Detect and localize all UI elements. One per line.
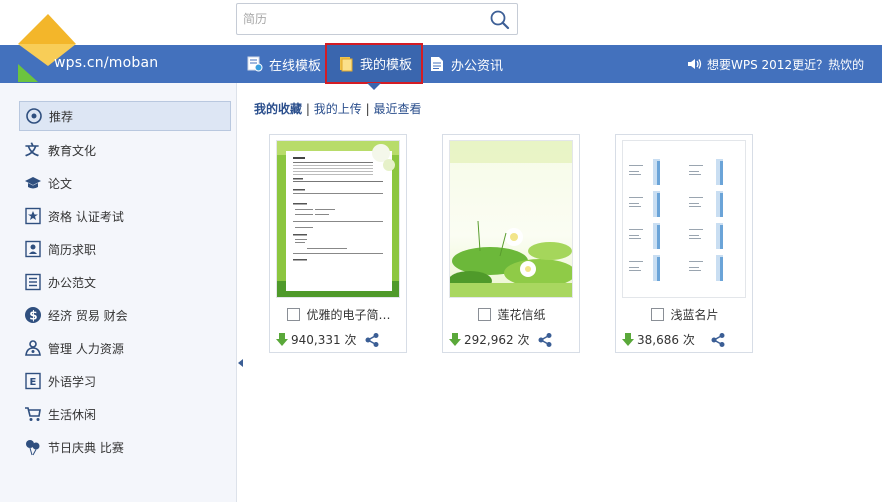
sidebar-item-recommended[interactable]: 推荐 — [19, 101, 231, 131]
share-icon[interactable] — [364, 332, 380, 348]
template-thumbnail[interactable] — [276, 140, 400, 298]
download-number: 292,962 — [464, 332, 514, 347]
sidebar-item-festival[interactable]: 节日庆典 比赛 — [19, 432, 231, 462]
sidebar-item-economy[interactable]: $ 经济 贸易 财会 — [19, 300, 231, 330]
brand-text[interactable]: wps.cn/moban — [54, 55, 158, 71]
template-title[interactable]: 莲花信纸 — [497, 306, 545, 323]
svg-text:$: $ — [29, 309, 37, 323]
top-area — [0, 0, 882, 45]
share-icon[interactable] — [710, 332, 726, 348]
select-checkbox[interactable] — [287, 308, 301, 321]
certificate-icon — [25, 207, 41, 225]
download-unit: 次 — [682, 333, 695, 347]
lotus-letter-preview-image — [450, 141, 572, 297]
tab-recent[interactable]: 最近查看 — [373, 102, 421, 116]
tab-separator: | — [365, 102, 370, 116]
document-lines-icon — [25, 273, 41, 291]
download-count: 940,331 次 — [276, 331, 356, 348]
target-icon — [26, 108, 42, 124]
sidebar-item-label: 教育文化 — [48, 143, 97, 158]
sidebar-item-label: 资格 认证考试 — [48, 209, 124, 224]
sidebar-item-label: 论文 — [48, 176, 73, 191]
card-caption: 浅蓝名片 — [616, 306, 754, 323]
people-icon — [25, 340, 41, 356]
download-unit: 次 — [517, 333, 530, 347]
card-caption: 莲花信纸 — [443, 306, 581, 323]
sidebar-item-label: 外语学习 — [48, 374, 97, 389]
template-title[interactable]: 优雅的电子简… — [306, 306, 390, 323]
sidebar-item-label: 节日庆典 比赛 — [48, 440, 124, 455]
svg-text:E: E — [30, 377, 37, 388]
cart-icon — [25, 407, 41, 421]
sidebar-item-label: 生活休闲 — [48, 407, 97, 422]
sidebar-item-leisure[interactable]: 生活休闲 — [19, 399, 231, 429]
share-icon[interactable] — [537, 332, 553, 348]
sidebar-item-label: 简历求职 — [48, 242, 97, 257]
education-icon: 文 — [25, 142, 40, 159]
template-thumbnail[interactable] — [449, 140, 573, 298]
resume-icon — [25, 240, 41, 258]
balloon-icon — [26, 440, 40, 456]
sidebar-item-management[interactable]: 管理 人力资源 — [19, 333, 231, 363]
speaker-icon — [688, 59, 702, 69]
download-arrow-icon — [449, 333, 461, 346]
search-icon[interactable] — [489, 9, 511, 31]
select-checkbox[interactable] — [478, 308, 492, 321]
download-number: 38,686 — [637, 332, 679, 347]
card-caption: 优雅的电子简… — [270, 306, 408, 323]
download-arrow-icon — [622, 333, 634, 346]
download-count: 292,962 次 — [449, 331, 529, 348]
svg-text:文: 文 — [25, 142, 40, 159]
sidebar-item-label: 经济 贸易 财会 — [48, 308, 128, 323]
sidebar-item-label: 管理 人力资源 — [48, 341, 124, 356]
template-thumbnail[interactable] — [622, 140, 746, 298]
sidebar-item-office-docs[interactable]: 办公范文 — [19, 267, 231, 297]
nav-label: 在线模板 — [269, 58, 322, 74]
nav-label: 我的模板 — [360, 58, 413, 73]
sidebar-item-resume[interactable]: 简历求职 — [19, 234, 231, 264]
resume-preview-image — [277, 141, 399, 297]
dollar-icon: $ — [25, 307, 41, 323]
language-book-icon: E — [25, 372, 41, 390]
download-arrow-icon — [276, 333, 288, 346]
nav-label: 办公资讯 — [451, 58, 504, 74]
wps-logo-icon — [18, 14, 76, 82]
notice-text: 想要WPS 2012更近？热饮的 — [707, 57, 865, 72]
collapse-sidebar-icon[interactable] — [238, 359, 243, 367]
template-card[interactable]: 莲花信纸 292,962 次 — [442, 134, 580, 353]
content-tabs: 我的收藏 | 我的上传 | 最近查看 — [254, 100, 421, 117]
sidebar-item-label: 办公范文 — [48, 275, 97, 290]
sidebar-item-certification[interactable]: 资格 认证考试 — [19, 201, 231, 231]
template-title[interactable]: 浅蓝名片 — [670, 306, 718, 323]
online-template-icon — [247, 56, 263, 72]
sidebar-item-language[interactable]: E 外语学习 — [19, 366, 231, 396]
select-checkbox[interactable] — [651, 308, 665, 321]
nav-my-templates[interactable]: 我的模板 — [325, 43, 423, 84]
tab-separator: | — [305, 102, 310, 116]
tab-favorites[interactable]: 我的收藏 — [254, 102, 302, 116]
template-card[interactable]: 优雅的电子简… 940,331 次 — [269, 134, 407, 353]
nav-online-templates[interactable]: 在线模板 — [247, 45, 321, 83]
document-icon — [431, 57, 443, 71]
sidebar-item-thesis[interactable]: 论文 — [19, 168, 231, 198]
download-unit: 次 — [344, 333, 357, 347]
business-card-preview-image — [623, 141, 745, 297]
graduation-cap-icon — [25, 177, 41, 189]
search-box[interactable] — [236, 3, 518, 35]
active-indicator — [367, 83, 381, 90]
notice-link[interactable]: 想要WPS 2012更近？热饮的 — [687, 45, 864, 83]
download-count: 38,686 次 — [622, 331, 695, 348]
download-number: 940,331 — [291, 332, 341, 347]
sidebar-item-education[interactable]: 文 教育文化 — [19, 135, 231, 165]
search-input[interactable] — [243, 10, 483, 28]
nav-office-news[interactable]: 办公资讯 — [429, 45, 503, 83]
sidebar-item-label: 推荐 — [49, 109, 74, 124]
tab-uploads[interactable]: 我的上传 — [314, 102, 362, 116]
template-card[interactable]: 浅蓝名片 38,686 次 — [615, 134, 753, 353]
my-template-icon — [340, 56, 353, 71]
